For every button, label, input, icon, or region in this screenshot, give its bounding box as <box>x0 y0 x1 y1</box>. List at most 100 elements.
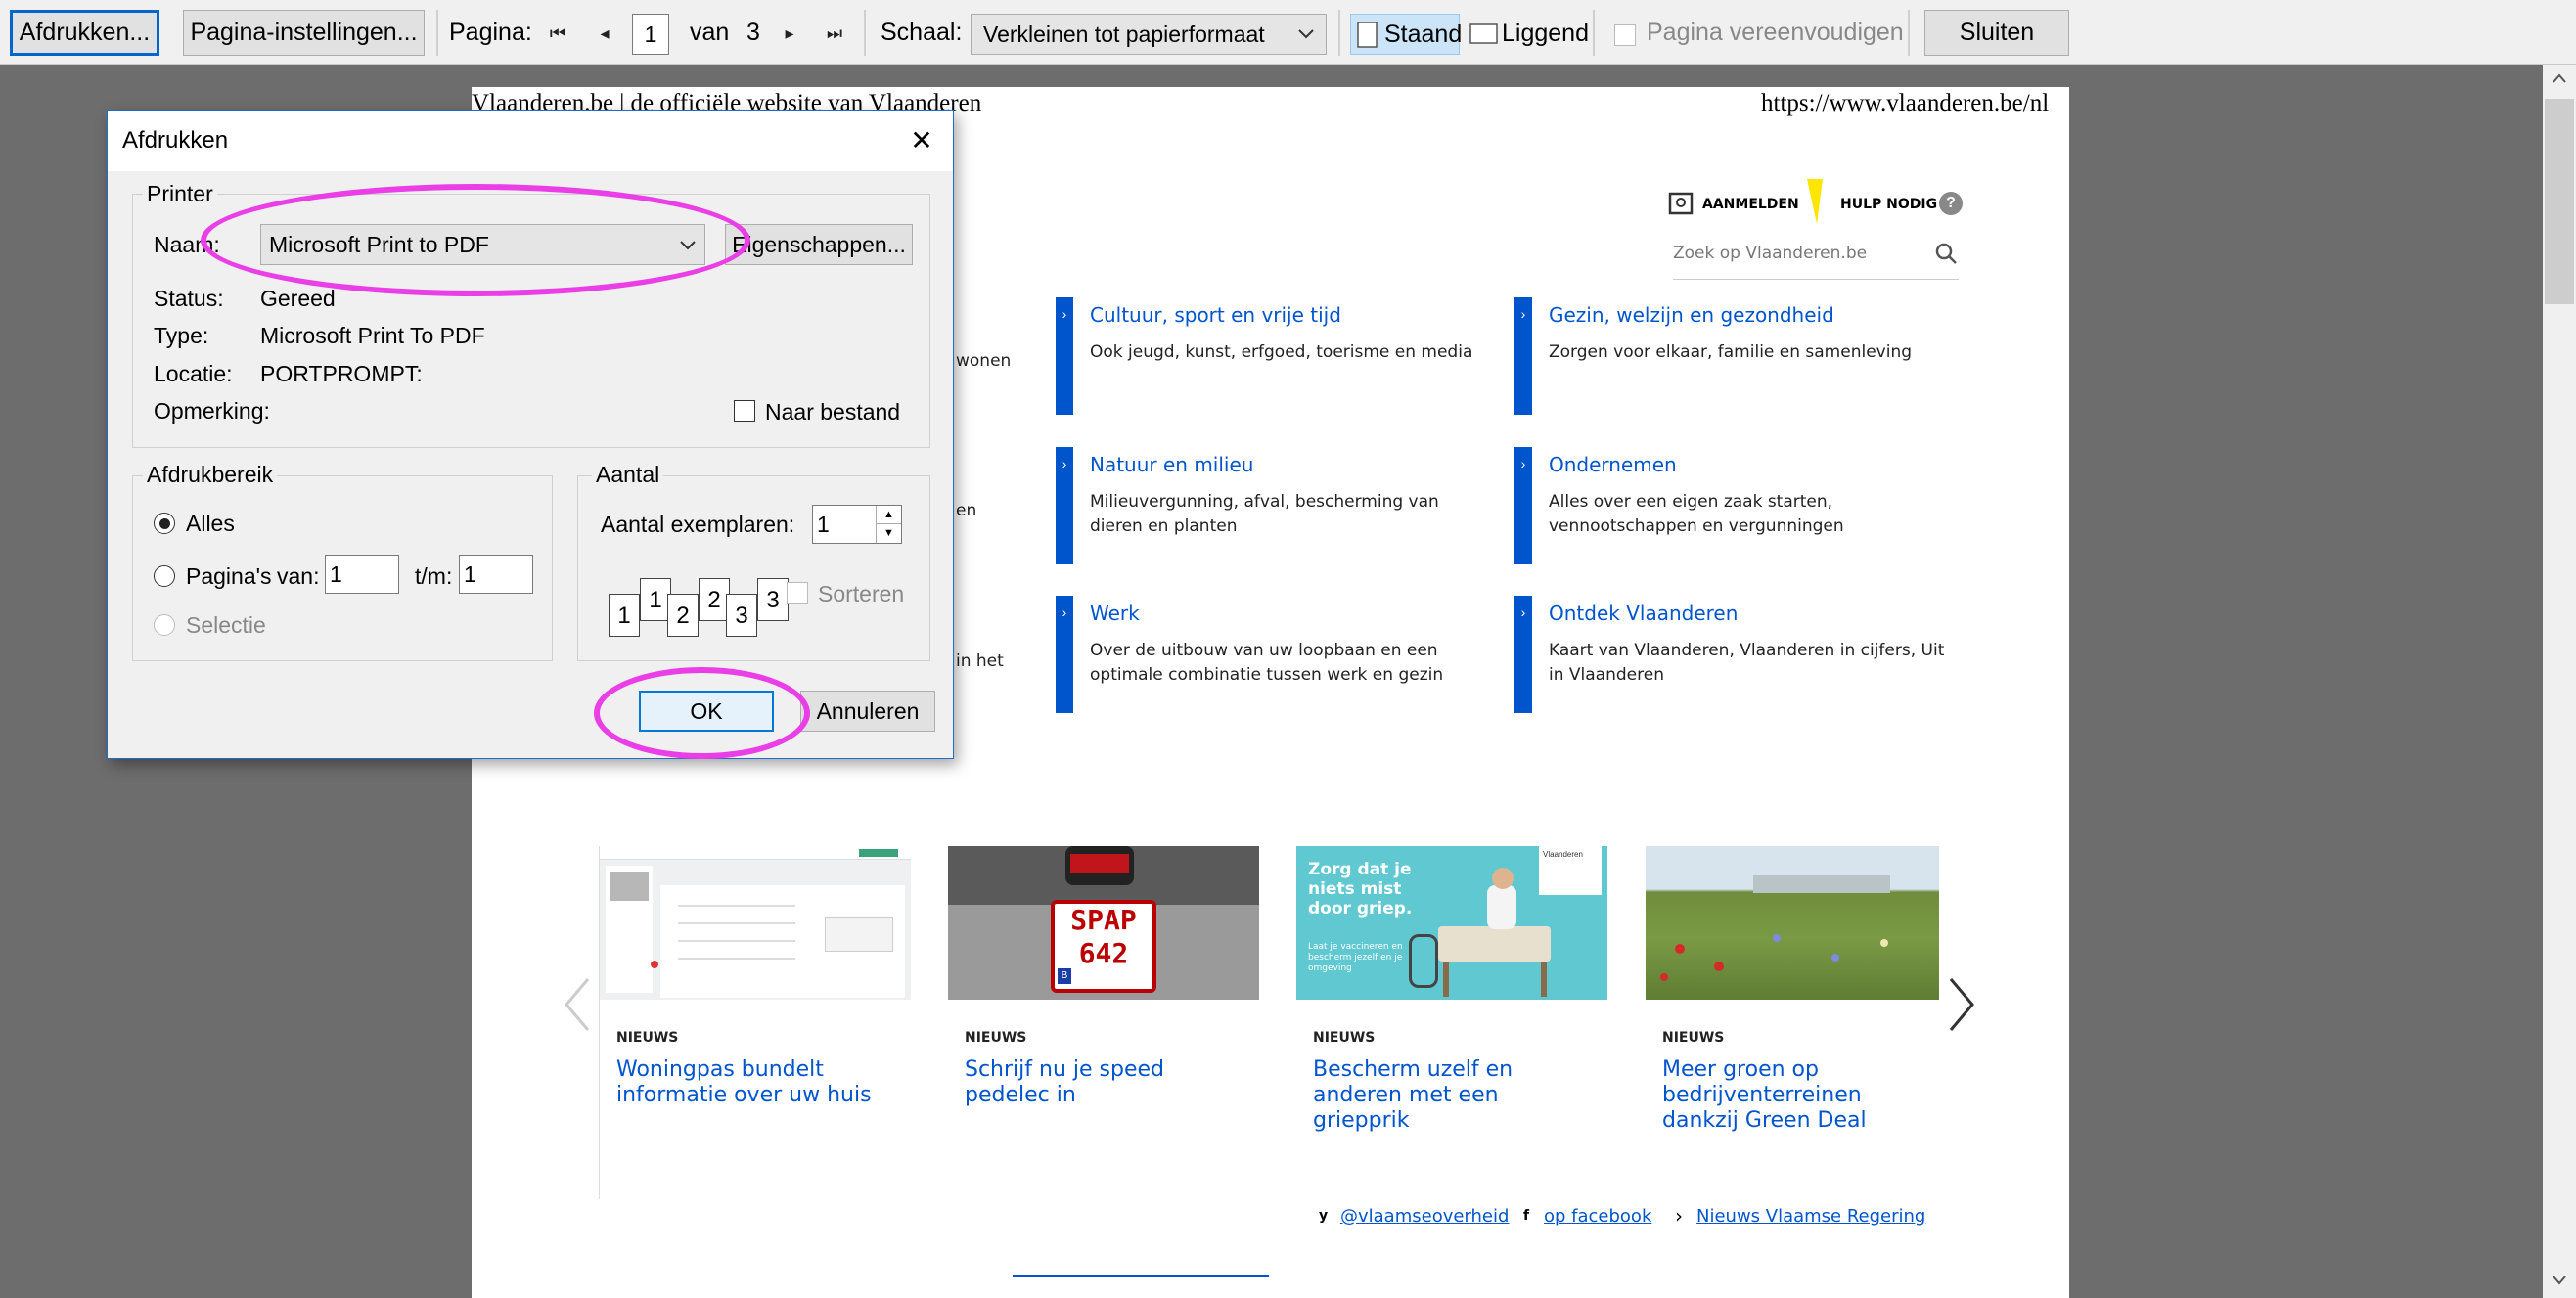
cancel-button[interactable]: Annuleren <box>800 691 935 732</box>
category-title: Cultuur, sport en vrije tijd <box>1090 303 1341 327</box>
login-icon <box>1668 192 1694 215</box>
chevron-right-icon: › <box>1675 1204 1683 1228</box>
category-description: Zorgen voor elkaar, familie en samenlevi… <box>1549 342 1913 362</box>
site-search-input[interactable]: Zoek op Vlaanderen.be <box>1673 244 1867 263</box>
range-from-input[interactable]: 1 <box>325 555 399 594</box>
page-setup-button[interactable]: Pagina-instellingen... <box>183 10 425 56</box>
news-tag: NIEUWS <box>1313 1030 1376 1046</box>
range-pages-radio[interactable] <box>154 565 175 587</box>
chevron-right-icon: › <box>1056 447 1073 564</box>
category-title: Ondernemen <box>1549 453 1677 476</box>
toolbar-separator <box>1593 10 1595 56</box>
scale-select[interactable]: Verkleinen tot papierformaat <box>971 14 1327 55</box>
portrait-page-icon <box>1357 22 1378 48</box>
news-tag: NIEUWS <box>1662 1030 1725 1046</box>
news-tag: NIEUWS <box>965 1030 1027 1046</box>
news-card[interactable]: NIEUWS Woningpas bundelt informatie over… <box>599 846 911 1199</box>
spin-down-icon[interactable]: ▼ <box>876 524 901 543</box>
twitter-link[interactable]: @vlaamseoverheid <box>1340 1206 1509 1227</box>
close-preview-label: Sluiten <box>1959 19 2035 46</box>
plate-text-top: SPAP <box>1070 904 1137 936</box>
print-button-label: Afdrukken... <box>19 19 151 46</box>
range-to-input[interactable]: 1 <box>459 555 533 594</box>
toolbar-separator <box>436 10 438 56</box>
comment-label: Opmerking: <box>154 398 270 424</box>
scroll-down-icon[interactable] <box>2552 1275 2567 1286</box>
news-title: Meer groen op bedrijventerreinen dankzij… <box>1662 1057 1867 1133</box>
help-icon-glyph: ? <box>1946 195 1956 211</box>
carousel-next-icon[interactable] <box>1947 977 1976 1032</box>
news-tag: NIEUWS <box>616 1030 679 1046</box>
scroll-up-icon[interactable] <box>2552 72 2567 84</box>
vertical-scrollbar[interactable] <box>2543 65 2576 1298</box>
close-icon[interactable]: ✕ <box>900 118 943 161</box>
facebook-icon: f <box>1523 1208 1530 1224</box>
news-title: Schrijf nu je speed pedelec in <box>965 1057 1164 1107</box>
dialog-title-bar: Afdrukken <box>108 111 953 171</box>
login-link[interactable]: AANMELDEN <box>1702 197 1799 212</box>
flu-banner-text: Zorg dat je niets mist door griep. <box>1308 860 1413 918</box>
category-tile[interactable]: › Ondernemen Alles over een eigen zaak s… <box>1514 447 1965 579</box>
news-card[interactable]: NIEUWS Meer groen op bedrijventerreinen … <box>1646 846 1941 1199</box>
page-label: Pagina: <box>449 19 532 46</box>
range-selection-radio[interactable] <box>154 614 175 636</box>
news-card[interactable]: SPAP 642 B NIEUWS Schrijf nu je speed pe… <box>948 846 1259 1199</box>
copies-group-label: Aantal <box>592 462 664 488</box>
category-description: Ook jeugd, kunst, erfgoed, toerisme en m… <box>1090 342 1473 362</box>
close-preview-button[interactable]: Sluiten <box>1924 10 2069 56</box>
previous-page-icon[interactable]: ◂ <box>589 14 620 53</box>
next-page-icon[interactable]: ▸ <box>774 14 805 53</box>
help-link[interactable]: HULP NODIG <box>1840 197 1937 212</box>
range-to-value: 1 <box>464 560 476 587</box>
category-description: Milieuvergunning, afval, bescherming van… <box>1090 492 1439 536</box>
news-image-griepprik: Zorg dat je niets mist door griep. Laat … <box>1296 846 1607 1000</box>
current-page-input[interactable]: 1 <box>632 14 669 55</box>
cancel-label: Annuleren <box>816 697 920 724</box>
print-button[interactable]: Afdrukken... <box>10 10 159 56</box>
page-setup-label: Pagina-instellingen... <box>190 19 418 46</box>
copies-spinner[interactable]: 1 ▲ ▼ <box>812 505 902 544</box>
category-fragment: wonen <box>956 351 1012 371</box>
properties-label: Eigenschappen... <box>732 231 906 257</box>
landscape-label: Liggend <box>1502 20 1589 47</box>
print-to-file-checkbox[interactable] <box>734 400 755 422</box>
chevron-right-icon: › <box>1056 297 1073 415</box>
collate-pages-icon: 1 1 2 2 3 3 <box>609 578 814 647</box>
scale-label: Schaal: <box>881 19 963 46</box>
category-tile[interactable]: › Natuur en milieu Milieuvergunning, afv… <box>1056 447 1496 579</box>
collate-checkbox[interactable] <box>787 582 808 604</box>
category-tile[interactable]: › Cultuur, sport en vrije tijd Ook jeugd… <box>1056 297 1496 429</box>
landscape-button[interactable]: Liggend <box>1468 14 1590 55</box>
type-value: Microsoft Print To PDF <box>260 323 485 348</box>
portrait-button[interactable]: Staand <box>1350 14 1462 55</box>
page-header-url: https://www.vlaanderen.be/nl <box>1761 90 2050 116</box>
carousel-prev-icon[interactable] <box>563 977 592 1032</box>
search-icon[interactable] <box>1934 242 1958 265</box>
landscape-page-icon <box>1469 23 1498 44</box>
category-title: Werk <box>1090 602 1140 625</box>
last-page-icon[interactable]: ⏭ <box>819 14 850 53</box>
spin-up-icon[interactable]: ▲ <box>876 506 901 524</box>
toolbar-separator <box>864 10 866 56</box>
category-tile[interactable]: › Werk Over de uitbouw van uw loopbaan e… <box>1056 596 1496 728</box>
range-all-radio[interactable] <box>154 513 175 534</box>
news-image-speed-pedelec: SPAP 642 B <box>948 846 1259 1000</box>
news-card[interactable]: Zorg dat je niets mist door griep. Laat … <box>1296 846 1607 1199</box>
category-title: Gezin, welzijn en gezondheid <box>1549 303 1834 327</box>
category-tile[interactable]: › Gezin, welzijn en gezondheid Zorgen vo… <box>1514 297 1965 429</box>
toolbar-separator <box>1338 10 1340 56</box>
chevron-right-icon: › <box>1514 297 1532 415</box>
chevron-right-icon: › <box>1514 447 1532 564</box>
search-underline <box>1673 279 1959 280</box>
first-page-icon[interactable]: ⏮ <box>542 14 573 53</box>
scrollbar-thumb[interactable] <box>2545 99 2574 304</box>
range-from-label: van: <box>277 563 320 589</box>
facebook-link[interactable]: op facebook <box>1544 1206 1651 1227</box>
copies-label: Aantal exemplaren: <box>601 512 795 537</box>
printer-properties-button[interactable]: Eigenschappen... <box>725 224 913 265</box>
category-description: Over de uitbouw van uw loopbaan en een o… <box>1090 641 1444 685</box>
category-tile[interactable]: › Ontdek Vlaanderen Kaart van Vlaanderen… <box>1514 596 1965 728</box>
simplify-page-checkbox[interactable] <box>1614 24 1636 46</box>
location-label: Locatie: <box>154 361 233 386</box>
government-news-link[interactable]: Nieuws Vlaamse Regering <box>1696 1206 1925 1227</box>
